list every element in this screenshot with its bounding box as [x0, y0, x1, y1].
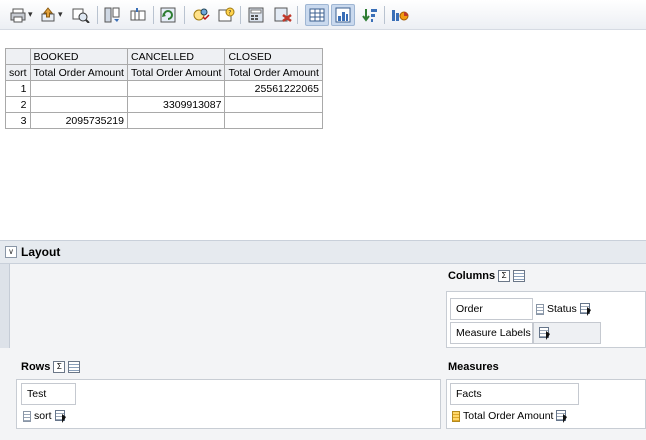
measure-header: Total Order Amount [126, 64, 226, 81]
sigma-icon[interactable]: Σ [498, 270, 511, 282]
table-view-icon[interactable] [309, 6, 325, 24]
export-icon[interactable]: ▾ [40, 6, 63, 24]
sort-cell: 2 [5, 96, 31, 113]
more-options-icon[interactable] [556, 410, 570, 423]
pivot-icon[interactable] [104, 6, 120, 24]
results-table: BOOKED CANCELLED CLOSED sort Total Order… [5, 48, 323, 129]
chip-label: sort [34, 410, 52, 422]
collapse-icon[interactable]: ∨ [5, 246, 17, 258]
measure-icon [452, 410, 460, 422]
toolbar-separator [184, 6, 185, 24]
measure-header: Total Order Amount [224, 64, 323, 81]
table-row: 1 25561222065 [5, 80, 323, 97]
table-cell [224, 112, 323, 129]
row-chip-test[interactable]: Test [21, 383, 76, 405]
calc-icon[interactable] [513, 270, 526, 282]
table-cell [126, 80, 226, 97]
table-cell [224, 96, 323, 113]
table-cell [126, 112, 226, 129]
column-icon [536, 303, 544, 315]
row-header-sort: sort [5, 64, 31, 81]
toolbar-separator [384, 6, 385, 24]
table-cell: 2095735219 [29, 112, 128, 129]
table-header-row: sort Total Order Amount Total Order Amou… [5, 64, 323, 81]
layout-header[interactable]: ∨ Layout [0, 240, 646, 264]
column-header-closed: CLOSED [224, 48, 323, 65]
sort-cell: 1 [5, 80, 31, 97]
column-chip-measure-labels[interactable]: Measure Labels [450, 322, 533, 344]
chevron-down-icon[interactable]: ▾ [28, 10, 33, 20]
measure-chip-total-order-amount[interactable]: Total Order Amount [452, 405, 570, 427]
more-options-icon[interactable] [579, 303, 594, 316]
measures-label: Measures [448, 359, 499, 375]
help-icon[interactable]: ? [218, 6, 236, 24]
chip-label: Test [27, 388, 47, 400]
chip-label: Order [456, 303, 483, 315]
table-cell: 25561222065 [224, 80, 323, 97]
refresh-icon[interactable] [160, 6, 178, 24]
rows-drop-area[interactable] [16, 379, 441, 429]
rows-label-text: Rows [21, 361, 51, 373]
column-header-booked: BOOKED [29, 48, 128, 65]
measures-label-text: Measures [448, 361, 499, 373]
column-chip-order[interactable]: Order [450, 298, 533, 320]
toolbar-separator [240, 6, 241, 24]
sort-cell: 3 [5, 112, 31, 129]
print-icon[interactable]: ▾ [10, 6, 33, 24]
column-header-cancelled: CANCELLED [126, 48, 226, 65]
measure-chip-facts[interactable]: Facts [450, 383, 579, 405]
measure-labels-options[interactable] [533, 322, 601, 344]
chip-label: Status [547, 303, 577, 315]
insert-column-icon[interactable] [130, 6, 146, 24]
excluded-drop-target[interactable] [0, 264, 10, 348]
sort-icon[interactable] [362, 6, 378, 24]
toolbar-separator [153, 6, 154, 24]
clear-icon[interactable] [274, 6, 292, 24]
columns-label-text: Columns [448, 270, 496, 282]
layout-title: Layout [21, 245, 61, 259]
calc-icon[interactable] [68, 361, 81, 373]
chip-label: Facts [456, 388, 482, 400]
table-row: 3 2095735219 [5, 112, 323, 129]
chart-view-icon[interactable] [335, 6, 351, 24]
column-chip-status[interactable]: Status [536, 298, 594, 320]
columns-label: Columns Σ [448, 268, 526, 284]
table-cell: 3309913087 [126, 96, 226, 113]
measure-header: Total Order Amount [29, 64, 128, 81]
svg-text:?: ? [228, 10, 231, 17]
calculation-icon[interactable] [192, 6, 210, 24]
chip-label: Measure Labels [456, 327, 531, 339]
toolbar-separator [297, 6, 298, 24]
table-cell [29, 80, 128, 97]
chevron-down-icon[interactable]: ▾ [58, 10, 63, 20]
table-cell [29, 96, 128, 113]
table-header-row: BOOKED CANCELLED CLOSED [5, 48, 323, 65]
chip-label: Total Order Amount [463, 410, 554, 422]
toolbar: ▾ ▾ ? [0, 0, 646, 30]
more-options-icon[interactable] [539, 327, 553, 340]
column-icon [23, 410, 31, 422]
calculator-icon[interactable] [248, 6, 264, 24]
app-root: ▾ ▾ ? BOOKED CANCELLED CLOSED sort Total… [0, 0, 646, 440]
row-chip-sort[interactable]: sort [23, 405, 69, 427]
view-options-icon[interactable] [72, 6, 90, 24]
format-icon[interactable] [391, 6, 409, 24]
table-row: 2 3309913087 [5, 96, 323, 113]
rows-label: Rows Σ [21, 359, 81, 375]
toolbar-separator [97, 6, 98, 24]
sigma-icon[interactable]: Σ [53, 361, 66, 373]
more-options-icon[interactable] [54, 410, 69, 423]
corner-cell [5, 48, 31, 65]
